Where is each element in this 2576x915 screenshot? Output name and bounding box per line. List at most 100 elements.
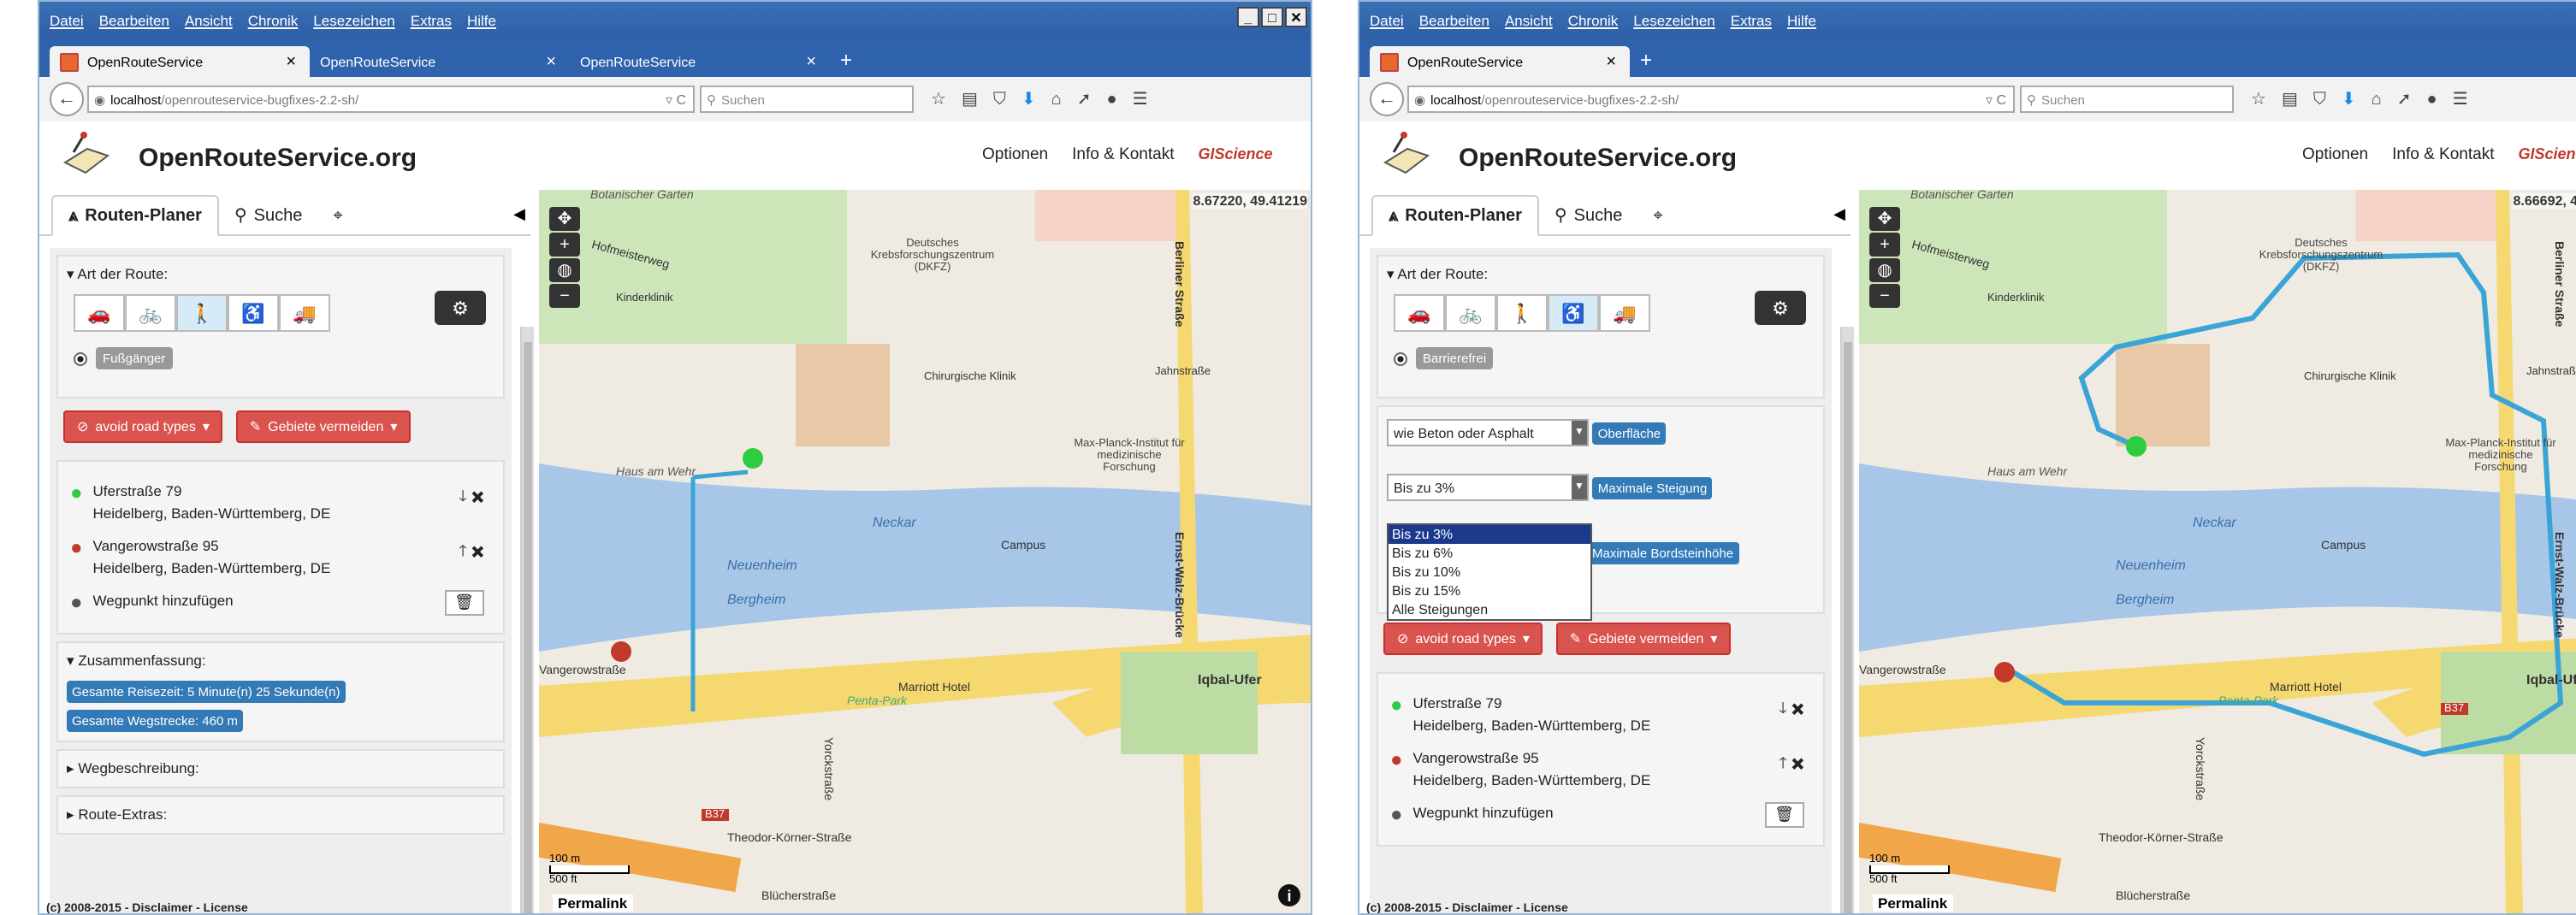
pocket-icon[interactable]: ⛉ (993, 90, 1006, 109)
menu-datei[interactable]: Datei (50, 12, 84, 29)
menu-hilfe[interactable]: Hilfe (1787, 12, 1816, 29)
download-icon[interactable]: ⬇ (2342, 90, 2356, 109)
bike-mode-button[interactable]: 🚲 (125, 294, 176, 332)
search-input[interactable]: ⚲ Suchen (2020, 86, 2234, 113)
wheelchair-mode-button[interactable]: ♿ (1548, 294, 1599, 332)
summary-heading[interactable]: ▾ Zusammenfassung: (67, 652, 494, 670)
giscience-logo[interactable]: GIScience (1199, 145, 1273, 164)
tab-search[interactable]: ⚲ Suche (1539, 197, 1637, 234)
chat-icon[interactable]: ● (1107, 90, 1117, 109)
menu-lesezeichen[interactable]: Lesezeichen (313, 12, 394, 29)
remove-icon[interactable]: ✖ (471, 487, 484, 505)
menu-extras[interactable]: Extras (411, 12, 452, 29)
move-down-icon[interactable]: 🡓 (459, 487, 466, 505)
collapse-sidebar-icon[interactable]: ◀ (513, 205, 525, 224)
close-tab-icon[interactable]: × (286, 52, 296, 71)
browser-tab-3[interactable]: OpenRouteService × (570, 46, 830, 77)
tab-locate[interactable]: ⌖ (1637, 197, 1678, 234)
globe-button[interactable]: ◍ (549, 258, 580, 282)
menu-chronik[interactable]: Chronik (1568, 12, 1619, 29)
bookmark-star-icon[interactable]: ☆ (2251, 90, 2266, 109)
browser-tab-2[interactable]: OpenRouteService × (310, 46, 570, 77)
incline-option[interactable]: Alle Steigungen (1389, 600, 1590, 619)
wheelchair-mode-button[interactable]: ♿ (228, 294, 279, 332)
hamburger-menu-icon[interactable]: ☰ (2453, 90, 2468, 109)
move-down-icon[interactable]: 🡓 (1779, 700, 1786, 717)
zoom-in-button[interactable]: + (549, 233, 580, 257)
menu-ansicht[interactable]: Ansicht (185, 12, 233, 29)
options-link[interactable]: Optionen (2302, 145, 2368, 164)
send-icon[interactable]: ➚ (2397, 90, 2412, 109)
sidebar-scrollbar[interactable] (520, 327, 534, 913)
map-canvas[interactable] (1859, 190, 2576, 915)
map[interactable]: Neckar Campus Iqbal-Ufer Marriott Hotel … (1859, 190, 2576, 915)
browser-tab-1[interactable]: OpenRouteService × (50, 46, 310, 77)
mode-option[interactable]: Fußgänger (74, 347, 494, 369)
move-up-icon[interactable]: 🡑 (459, 542, 466, 559)
options-link[interactable]: Optionen (982, 145, 1048, 164)
close-window-button[interactable]: ✕ (1285, 7, 1307, 27)
start-marker-icon[interactable] (2126, 436, 2147, 457)
pocket-icon[interactable]: ⛉ (2313, 90, 2326, 109)
home-icon[interactable]: ⌂ (2372, 90, 2382, 109)
menu-chronik[interactable]: Chronik (248, 12, 299, 29)
info-contact-link[interactable]: Info & Kontakt (1072, 145, 1174, 164)
permalink-link[interactable]: Permalink (1873, 894, 1953, 912)
zoom-out-button[interactable]: − (1869, 284, 1900, 308)
waypoint-start[interactable]: ● Uferstraße 79 Heidelberg, Baden-Württem… (1390, 693, 1811, 737)
end-marker-icon[interactable] (1994, 662, 2015, 682)
clipboard-icon[interactable]: ▤ (2282, 90, 2298, 109)
globe-button[interactable]: ◍ (1869, 258, 1900, 282)
new-tab-plus-icon[interactable]: + (1640, 48, 1652, 72)
avoid-areas-button[interactable]: ✎ Gebiete vermeiden ▾ (1555, 623, 1732, 655)
close-tab-icon[interactable]: × (1606, 52, 1616, 71)
back-arrow-icon[interactable]: ← (50, 82, 84, 116)
menu-datei[interactable]: Datei (1370, 12, 1404, 29)
menu-bearbeiten[interactable]: Bearbeiten (99, 12, 169, 29)
incline-option[interactable]: Bis zu 3% (1389, 525, 1590, 544)
home-icon[interactable]: ⌂ (1051, 90, 1062, 109)
truck-mode-button[interactable]: 🚚 (279, 294, 330, 332)
waypoint-end[interactable]: ● Vangerowstraße 95 Heidelberg, Baden-Wür… (1390, 747, 1811, 792)
tab-search[interactable]: ⚲ Suche (219, 197, 317, 234)
avoid-areas-button[interactable]: ✎ Gebiete vermeiden ▾ (235, 410, 412, 443)
waypoint-start[interactable]: ● Uferstraße 79 Heidelberg, Baden-Württem… (70, 481, 491, 525)
new-tab-plus-icon[interactable]: + (840, 48, 852, 72)
close-tab-icon[interactable]: × (546, 52, 556, 71)
reload-icon[interactable]: ▿ C (666, 92, 686, 107)
info-icon[interactable]: i (1278, 884, 1300, 906)
trash-icon[interactable]: 🗑 (1764, 802, 1804, 828)
send-icon[interactable]: ➚ (1077, 90, 1092, 109)
bike-mode-button[interactable]: 🚲 (1445, 294, 1496, 332)
move-up-icon[interactable]: 🡑 (1779, 754, 1786, 771)
sidebar-scrollbar[interactable] (1840, 327, 1854, 913)
bookmark-star-icon[interactable]: ☆ (931, 90, 946, 109)
pan-arrows-icon[interactable]: ✥ (549, 207, 580, 231)
pan-arrows-icon[interactable]: ✥ (1869, 207, 1900, 231)
reload-icon[interactable]: ▿ C (1986, 92, 2006, 107)
car-mode-button[interactable]: 🚗 (74, 294, 125, 332)
surface-select[interactable]: wie Beton oder Asphalt ▼ (1387, 419, 1589, 446)
directions-box[interactable]: ▸ Wegbeschreibung: (56, 749, 505, 788)
maximize-button[interactable]: □ (1261, 7, 1283, 27)
add-waypoint-row[interactable]: ● Wegpunkt hinzufügen 🗑 (1390, 802, 1811, 828)
info-contact-link[interactable]: Info & Kontakt (2392, 145, 2494, 164)
tab-locate[interactable]: ⌖ (317, 197, 358, 234)
car-mode-button[interactable]: 🚗 (1394, 294, 1445, 332)
end-marker-icon[interactable] (611, 641, 631, 662)
collapse-sidebar-icon[interactable]: ◀ (1833, 205, 1845, 224)
tab-route-planner[interactable]: ⩓ Routen-Planer (1371, 195, 1539, 236)
remove-icon[interactable]: ✖ (1791, 700, 1804, 717)
incline-option[interactable]: Bis zu 15% (1389, 581, 1590, 600)
zoom-out-button[interactable]: − (549, 284, 580, 308)
remove-icon[interactable]: ✖ (471, 542, 484, 559)
download-icon[interactable]: ⬇ (1022, 90, 1036, 109)
settings-gear-button[interactable]: ⚙ (1755, 291, 1806, 325)
url-bar[interactable]: ◉ localhost/openrouteservice-bugfixes-2.… (1407, 86, 2015, 113)
pedestrian-mode-button[interactable]: 🚶 (176, 294, 228, 332)
menu-lesezeichen[interactable]: Lesezeichen (1633, 12, 1714, 29)
incline-option[interactable]: Bis zu 10% (1389, 563, 1590, 581)
trash-icon[interactable]: 🗑 (444, 590, 484, 616)
incline-option[interactable]: Bis zu 6% (1389, 544, 1590, 563)
avoid-road-types-button[interactable]: ⊘ avoid road types ▾ (63, 410, 223, 443)
